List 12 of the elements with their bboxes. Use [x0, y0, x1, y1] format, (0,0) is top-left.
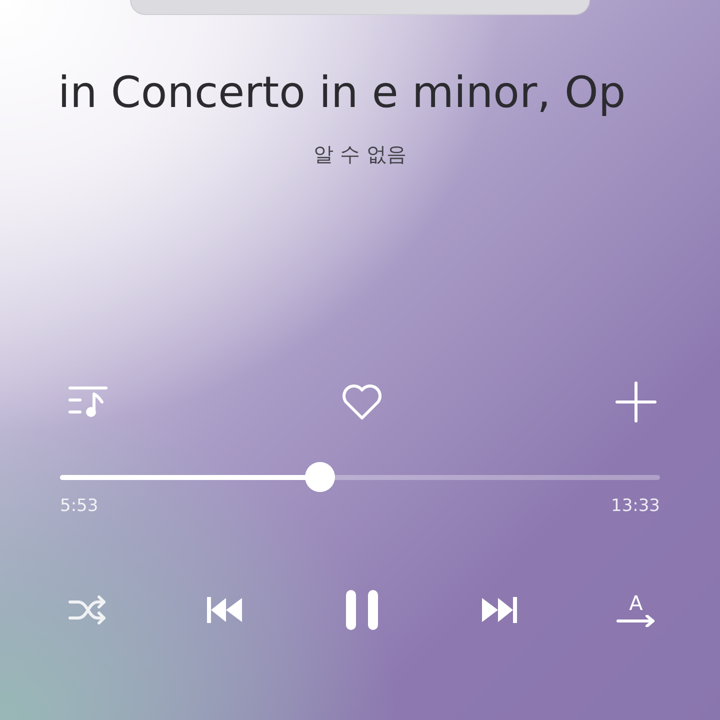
seek-handle[interactable] [304, 462, 335, 492]
total-duration: 13:33 [611, 496, 660, 516]
artist-name: 알 수 없음 [312, 141, 408, 168]
plus-icon [615, 381, 657, 423]
track-title: in Concerto in e minor, Op [58, 67, 627, 120]
next-icon [479, 595, 519, 625]
playlist-icon [68, 384, 108, 420]
lyrics-button[interactable]: A [612, 586, 660, 634]
elapsed-time: 5:53 [60, 496, 98, 516]
arrow-icon [616, 615, 656, 627]
seek-bar[interactable] [60, 462, 660, 492]
previous-icon [205, 595, 245, 625]
